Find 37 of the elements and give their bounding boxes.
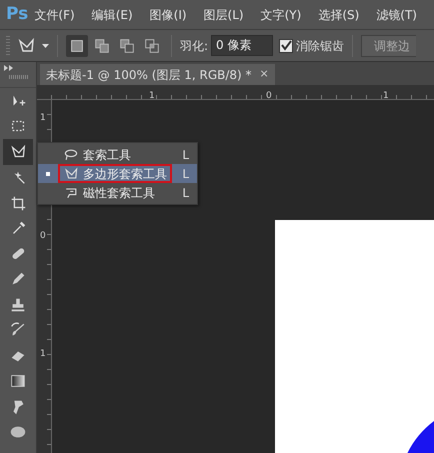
- intersect-selection-icon: [143, 36, 161, 54]
- ruler-label: 0: [266, 91, 272, 101]
- current-tool-icon: [46, 172, 50, 176]
- add-selection-icon: [93, 36, 111, 54]
- flyout-menu-item[interactable]: 磁性套索工具 L: [38, 183, 197, 202]
- crop-icon: [9, 194, 27, 212]
- menu-item[interactable]: 滤镜(T): [376, 6, 417, 24]
- flyout-menu-item[interactable]: 多边形套索工具 L: [38, 164, 197, 183]
- close-button[interactable]: ×: [260, 66, 269, 83]
- menu-item[interactable]: 图层(L): [204, 6, 244, 24]
- feather-field[interactable]: 0 像素: [211, 35, 274, 56]
- lasso-icon: [63, 146, 79, 162]
- menu-item[interactable]: 选择(S): [318, 6, 360, 24]
- feather-label: 羽化:: [180, 38, 208, 54]
- app-logo: Ps: [5, 2, 30, 26]
- flyout-menu-item[interactable]: 套索工具 L: [38, 145, 197, 164]
- ruler-label: 1: [40, 349, 46, 359]
- document-title: 未标题-1 @ 100% (图层 1, RGB/8) *: [46, 66, 252, 84]
- lasso-icon: [63, 166, 79, 182]
- tool-button[interactable]: [3, 139, 33, 164]
- ruler-label: 1: [40, 113, 46, 123]
- menu-item[interactable]: 图像(I): [150, 6, 187, 24]
- ruler-label: 0: [40, 231, 46, 241]
- stamp-icon: [9, 296, 27, 314]
- menu-item[interactable]: 文字(Y): [260, 6, 302, 24]
- selection-mode-button[interactable]: [66, 34, 88, 56]
- anti-alias-label: 消除锯齿: [296, 38, 344, 54]
- document-tab[interactable]: 未标题-1 @ 100% (图层 1, RGB/8) * ×: [40, 64, 275, 85]
- anti-alias-checkbox[interactable]: [279, 38, 294, 52]
- panel-grip[interactable]: [9, 75, 29, 79]
- caret-icon[interactable]: [42, 44, 49, 48]
- menu-item[interactable]: 文件(F): [34, 6, 75, 24]
- ruler-label: 1: [383, 91, 389, 101]
- expand-icon[interactable]: [4, 65, 14, 71]
- menu-item[interactable]: 编辑(E): [92, 6, 133, 24]
- ruler-label: 1: [149, 91, 155, 101]
- subtract-selection-icon: [118, 36, 136, 54]
